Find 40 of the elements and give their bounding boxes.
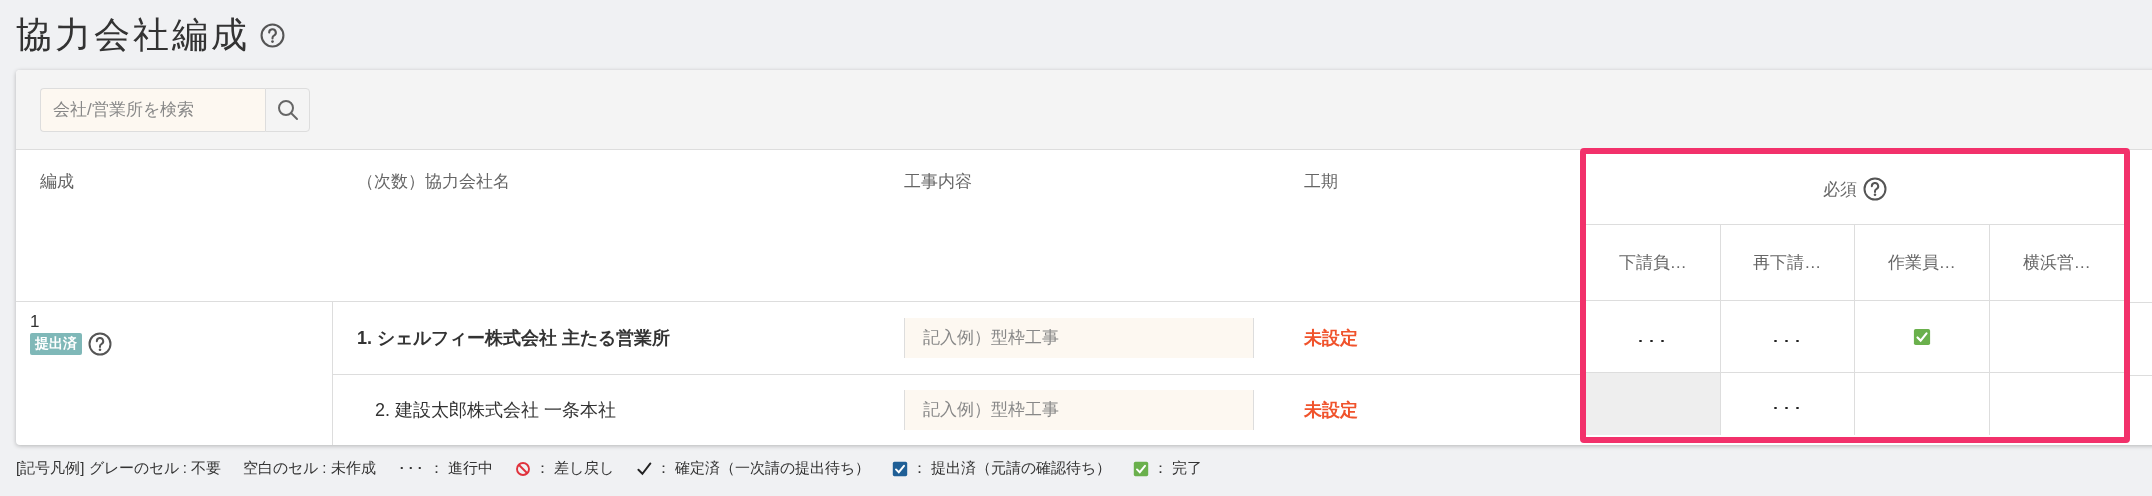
period-value[interactable]: 未設定 — [1304, 326, 1358, 350]
status-mark[interactable]: ･･･ — [1636, 322, 1670, 351]
company-name: 2. 建設太郎株式会社 一条本社 — [374, 399, 616, 422]
progress-mark: ･･･ — [397, 460, 425, 477]
help-icon[interactable] — [1863, 177, 1887, 201]
status-mark[interactable]: ･･･ — [1770, 390, 1804, 418]
period-value[interactable]: 未設定 — [1304, 398, 1358, 422]
group-header: 必須 — [1823, 178, 1857, 201]
column-header: （次数）協力会社名 — [357, 172, 510, 191]
help-icon[interactable] — [88, 332, 112, 356]
check-icon — [635, 460, 652, 477]
work-field[interactable]: 記入例）型枠工事 — [904, 390, 1254, 430]
group-number: 1 — [30, 312, 40, 332]
work-field[interactable]: 記入例）型枠工事 — [904, 318, 1254, 358]
column-header: 作業員… — [1887, 252, 1956, 274]
column-header: 下請負… — [1618, 252, 1687, 274]
legend-text: 空白のセル : 未作成 — [243, 459, 376, 478]
column-header: 工事内容 — [904, 172, 972, 191]
legend-text: ： 提出済（元請の確認待ち） — [912, 459, 1112, 478]
legend-text: ： 完了 — [1153, 459, 1203, 478]
column-header: 横浜営… — [2022, 252, 2091, 274]
legend-text: ： 差し戻し — [534, 459, 614, 478]
search-field[interactable]: 会社/営業所を検索 — [40, 87, 265, 132]
search-icon — [275, 97, 300, 122]
legend-text: [記号凡例] グレーのセル : 不要 — [16, 459, 221, 478]
help-icon[interactable] — [260, 22, 285, 48]
company-name: 1. シェルフィー株式会社 主たる営業所 — [357, 327, 670, 350]
prohibited-icon — [514, 460, 531, 477]
column-header: 編成 — [40, 172, 74, 191]
checkbox-icon — [892, 460, 909, 477]
legend-text: ： 確定済（一次請の提出待ち） — [655, 459, 871, 478]
status-badge: 提出済 — [30, 333, 82, 355]
checkbox-icon — [1133, 460, 1150, 477]
column-header: 再下請… — [1753, 252, 1822, 274]
search-button[interactable] — [265, 87, 310, 132]
checkbox-icon[interactable] — [1912, 327, 1931, 346]
column-header: 工期 — [1304, 172, 1338, 191]
legend-text: ： 進行中 — [428, 459, 493, 478]
page-title: 協力会社編成 — [16, 12, 250, 57]
status-mark[interactable]: ･･･ — [1770, 322, 1804, 351]
